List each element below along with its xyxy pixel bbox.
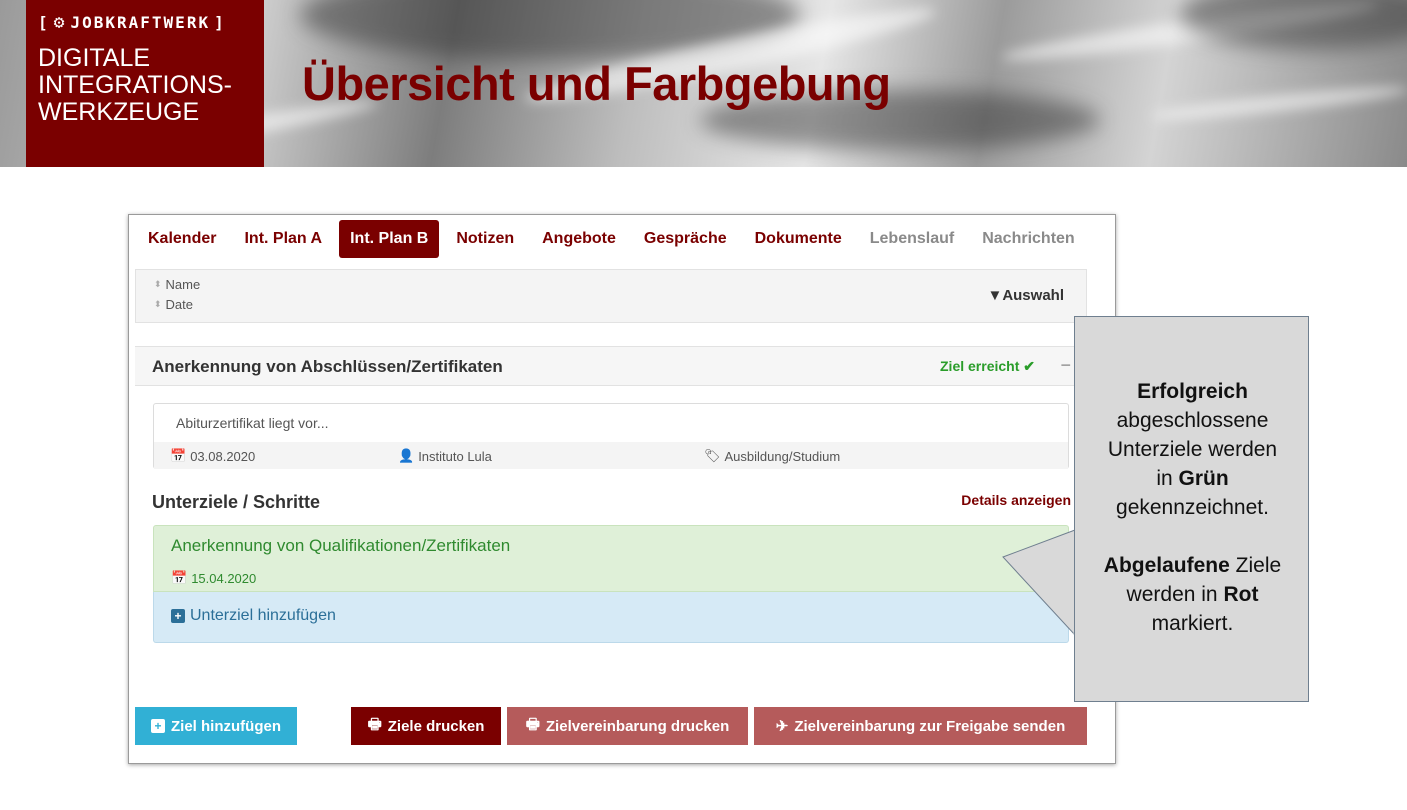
tab-kalender[interactable]: Kalender (137, 220, 227, 258)
sort-bar: ⬍ Name ⬍ Date ▼Auswahl (135, 269, 1087, 323)
plus-square-icon: + (171, 609, 185, 623)
add-goal-button[interactable]: + Ziel hinzufügen (135, 707, 297, 745)
goal-status: Ziel erreicht ✔ (940, 358, 1035, 374)
info-callout: Erfolgreich abgeschlossene Unterziele we… (1074, 316, 1309, 702)
page-title: Übersicht und Farbgebung (302, 57, 891, 110)
tab-lebenslauf[interactable]: Lebenslauf (859, 220, 965, 258)
filter-icon: ▼ (987, 287, 1003, 304)
gears-icon: ⚙ (53, 12, 67, 33)
add-subgoal-button[interactable]: + Unterziel hinzufügen (171, 607, 336, 625)
tab-nachrichten[interactable]: Nachrichten (971, 220, 1085, 258)
goal-info-card: Abiturzertifikat liegt vor... 📅 03.08.20… (153, 403, 1069, 469)
printer-icon: 🖶 (367, 715, 382, 733)
details-link[interactable]: Details anzeigen (961, 492, 1071, 508)
goal-institution: 👤 Instituto Lula (398, 448, 492, 464)
sort-by-date[interactable]: ⬍ Date (154, 297, 193, 312)
printer-icon: 🖶 (525, 715, 540, 733)
logo-box: [ ⚙ JobKraftwerk ] DIGITALE INTEGRATIONS… (26, 0, 264, 167)
goal-card: Anerkennung von Abschlüssen/Zertifikaten… (135, 346, 1087, 643)
tab-int-plan-b[interactable]: Int. Plan B (339, 220, 440, 258)
print-agreement-button[interactable]: 🖶 Zielvereinbarung drucken (507, 707, 748, 745)
goal-header[interactable]: Anerkennung von Abschlüssen/Zertifikaten… (135, 346, 1087, 386)
tab-angebote[interactable]: Angebote (531, 220, 627, 258)
goal-date: 📅 03.08.2020 (170, 448, 256, 464)
tab-gespraeche[interactable]: Gespräche (633, 220, 738, 258)
subgoal-item[interactable]: Anerkennung von Qualifikationen/Zertifik… (153, 525, 1069, 592)
user-building-icon: 👤 (398, 448, 415, 463)
sort-icon: ⬍ (154, 299, 162, 309)
print-goals-button[interactable]: 🖶 Ziele drucken (351, 707, 501, 745)
calendar-icon: 📅 (170, 448, 187, 463)
subgoal-date: 📅 15.04.2020 (171, 570, 257, 586)
goal-category: 🏷 Ausbildung/Studium (704, 448, 841, 464)
goal-title: Anerkennung von Abschlüssen/Zertifikaten (152, 357, 503, 376)
app-panel: Kalender Int. Plan A Int. Plan B Notizen… (128, 214, 1116, 764)
callout-pointer (1002, 529, 1077, 637)
send-agreement-button[interactable]: ✈ Zielvereinbarung zur Freigabe senden (754, 707, 1087, 745)
add-subgoal-row: + Unterziel hinzufügen (153, 592, 1069, 643)
sort-icon: ⬍ (154, 279, 162, 289)
sort-by-name[interactable]: ⬍ Name (154, 277, 200, 292)
paper-plane-icon: ✈ (775, 718, 789, 735)
callout-text: Erfolgreich abgeschlossene Unterziele we… (1103, 380, 1282, 635)
tab-bar: Kalender Int. Plan A Int. Plan B Notizen… (137, 220, 1092, 258)
logo-subtitle: DIGITALE INTEGRATIONS- WERKZEUGE (38, 44, 232, 126)
goal-description: Abiturzertifikat liegt vor... (176, 415, 329, 431)
tab-notizen[interactable]: Notizen (445, 220, 525, 258)
tag-icon: 🏷 (704, 448, 721, 463)
tab-dokumente[interactable]: Dokumente (744, 220, 853, 258)
check-icon: ✔ (1023, 358, 1035, 374)
tab-int-plan-a[interactable]: Int. Plan A (233, 220, 333, 258)
calendar-icon: 📅 (171, 570, 188, 585)
goal-meta: 📅 03.08.2020 👤 Instituto Lula 🏷 Ausbildu… (154, 442, 1068, 469)
logo-text: JobKraftwerk (70, 13, 211, 32)
subgoals-heading: Unterziele / Schritte (152, 492, 321, 512)
subgoal-title: Anerkennung von Qualifikationen/Zertifik… (171, 536, 511, 555)
action-buttons: + Ziel hinzufügen 🖶 Ziele drucken 🖶 Ziel… (135, 707, 1095, 745)
logo: [ ⚙ JobKraftwerk ] (38, 12, 226, 33)
filter-button[interactable]: ▼Auswahl (987, 287, 1064, 304)
collapse-icon[interactable]: − (1060, 355, 1071, 376)
plus-square-icon: + (151, 719, 165, 733)
